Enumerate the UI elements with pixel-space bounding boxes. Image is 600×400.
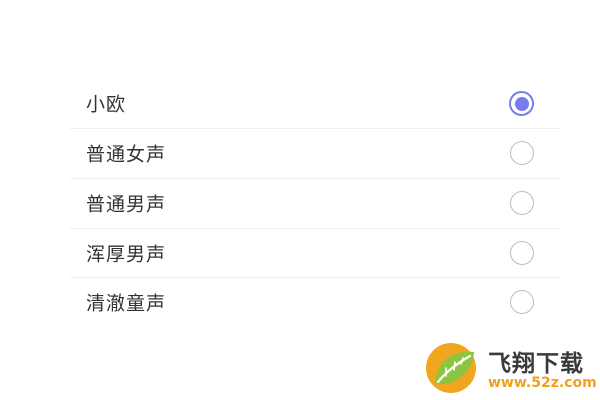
voice-option-label: 普通女声 (86, 143, 167, 166)
voice-option-label: 普通男声 (86, 193, 167, 216)
voice-option-xiaoou[interactable]: 小欧 (70, 78, 560, 128)
radio-button[interactable] (510, 191, 534, 215)
watermark-brand: 飞翔下载 (488, 351, 584, 377)
voice-option-deep-male[interactable]: 浑厚男声 (70, 228, 560, 278)
watermark-url: www.52z.com (488, 375, 597, 391)
leaf-logo-icon (426, 343, 476, 393)
voice-option-normal-male[interactable]: 普通男声 (70, 178, 560, 228)
voice-option-label: 浑厚男声 (86, 243, 167, 266)
voice-option-child[interactable]: 清澈童声 (70, 277, 560, 327)
voice-option-normal-female[interactable]: 普通女声 (70, 128, 560, 178)
radio-dot (514, 96, 529, 111)
watermark: 飞翔下载 www.52z.com (422, 340, 597, 396)
radio-button[interactable] (510, 141, 534, 165)
voice-option-label: 小欧 (86, 93, 127, 116)
radio-button[interactable] (510, 241, 534, 265)
radio-button-selected[interactable] (509, 91, 534, 116)
radio-button[interactable] (510, 290, 534, 314)
voice-option-label: 清澈童声 (86, 292, 167, 315)
